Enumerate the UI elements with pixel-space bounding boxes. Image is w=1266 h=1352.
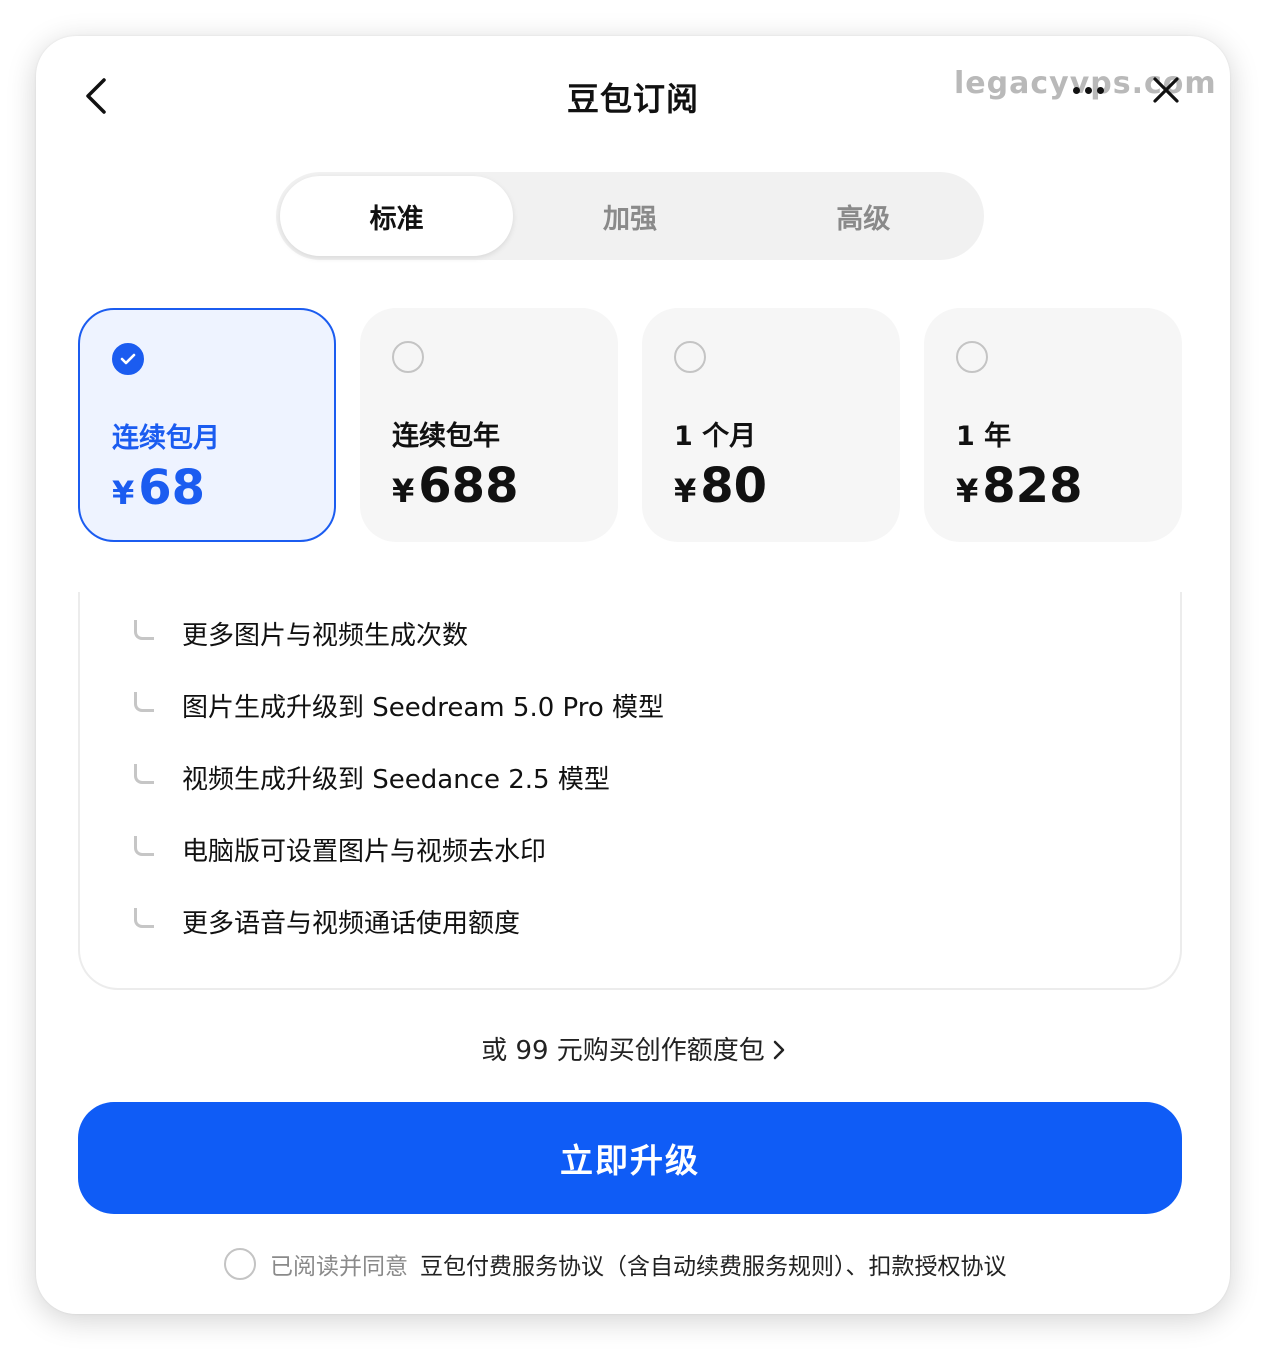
radio-unchecked[interactable] <box>956 341 988 373</box>
more-horizontal-icon <box>1084 86 1092 94</box>
plan-name: 1 年 <box>956 421 1012 452</box>
currency-symbol: ¥ <box>392 472 415 510</box>
tab-standard[interactable]: 标准 <box>280 176 514 256</box>
plan-options: 连续包月 ¥ 68 连续包年 ¥ 688 1 个月 ¥ 80 1 年 ¥ 828 <box>78 308 1182 542</box>
price-amount: 828 <box>982 458 1083 514</box>
subscription-dialog: 豆包订阅 legacyvps.com 标准 加强 高级 连续包月 ¥ 68 连续… <box>36 36 1230 1314</box>
price-amount: 688 <box>418 458 519 514</box>
plan-card-yearly-auto[interactable]: 连续包年 ¥ 688 <box>360 308 618 542</box>
price-amount: 80 <box>700 458 768 514</box>
radio-unchecked[interactable] <box>392 341 424 373</box>
credit-link-text: 或 99 元购买创作额度包 <box>481 1036 765 1066</box>
plan-name: 连续包月 <box>112 423 220 454</box>
feature-text: 更多语音与视频通话使用额度 <box>182 908 521 939</box>
agreement-prefix: 已阅读并同意 <box>270 1254 408 1280</box>
feature-item: 更多语音与视频通话使用额度 <box>134 901 520 941</box>
agreement-checkbox[interactable] <box>224 1248 256 1280</box>
currency-symbol: ¥ <box>112 474 135 512</box>
upgrade-now-button[interactable]: 立即升级 <box>78 1102 1182 1214</box>
feature-text: 更多图片与视频生成次数 <box>182 620 469 651</box>
feature-list: 更多图片与视频生成次数 图片生成升级到 Seedream 5.0 Pro 模型 … <box>78 592 1182 990</box>
corner-arrow-icon <box>134 836 154 856</box>
radio-checked[interactable] <box>112 343 144 375</box>
plan-price: ¥ 68 <box>112 460 205 516</box>
plan-card-one-month[interactable]: 1 个月 ¥ 80 <box>642 308 900 542</box>
plan-price: ¥ 80 <box>674 458 767 514</box>
feature-item: 更多图片与视频生成次数 <box>134 613 468 653</box>
tier-tabs: 标准 加强 高级 <box>276 172 984 260</box>
tab-premium[interactable]: 高级 <box>747 176 980 256</box>
more-horizontal-icon <box>1072 86 1080 94</box>
corner-arrow-icon <box>134 692 154 712</box>
feature-text: 图片生成升级到 Seedream 5.0 Pro 模型 <box>182 692 665 723</box>
feature-item: 图片生成升级到 Seedream 5.0 Pro 模型 <box>134 685 664 725</box>
check-icon <box>120 353 136 365</box>
feature-text: 电脑版可设置图片与视频去水印 <box>182 836 547 867</box>
feature-item: 视频生成升级到 Seedance 2.5 模型 <box>134 757 610 797</box>
agreement-row: 已阅读并同意 豆包付费服务协议（含自动续费服务规则）、扣款授权协议 <box>224 1246 1007 1282</box>
buy-credit-pack-link[interactable]: 或 99 元购买创作额度包 <box>36 1030 1230 1067</box>
plan-name: 1 个月 <box>674 421 757 452</box>
corner-arrow-icon <box>134 764 154 784</box>
plan-price: ¥ 688 <box>392 458 518 514</box>
tab-enhanced[interactable]: 加强 <box>513 176 746 256</box>
more-button[interactable] <box>1066 78 1110 102</box>
currency-symbol: ¥ <box>674 472 697 510</box>
agreement-links[interactable]: 豆包付费服务协议（含自动续费服务规则）、扣款授权协议 <box>420 1247 1007 1281</box>
currency-symbol: ¥ <box>956 472 979 510</box>
more-horizontal-icon <box>1096 86 1104 94</box>
price-amount: 68 <box>138 460 206 516</box>
corner-arrow-icon <box>134 620 154 640</box>
feature-text: 视频生成升级到 Seedance 2.5 模型 <box>182 764 610 795</box>
plan-card-one-year[interactable]: 1 年 ¥ 828 <box>924 308 1182 542</box>
radio-unchecked[interactable] <box>674 341 706 373</box>
plan-card-monthly-auto[interactable]: 连续包月 ¥ 68 <box>78 308 336 542</box>
plan-name: 连续包年 <box>392 421 500 452</box>
feature-item: 电脑版可设置图片与视频去水印 <box>134 829 546 869</box>
corner-arrow-icon <box>134 908 154 928</box>
chevron-right-icon <box>773 1037 785 1067</box>
close-icon <box>1153 77 1179 103</box>
plan-price: ¥ 828 <box>956 458 1082 514</box>
close-button[interactable] <box>1148 72 1184 108</box>
